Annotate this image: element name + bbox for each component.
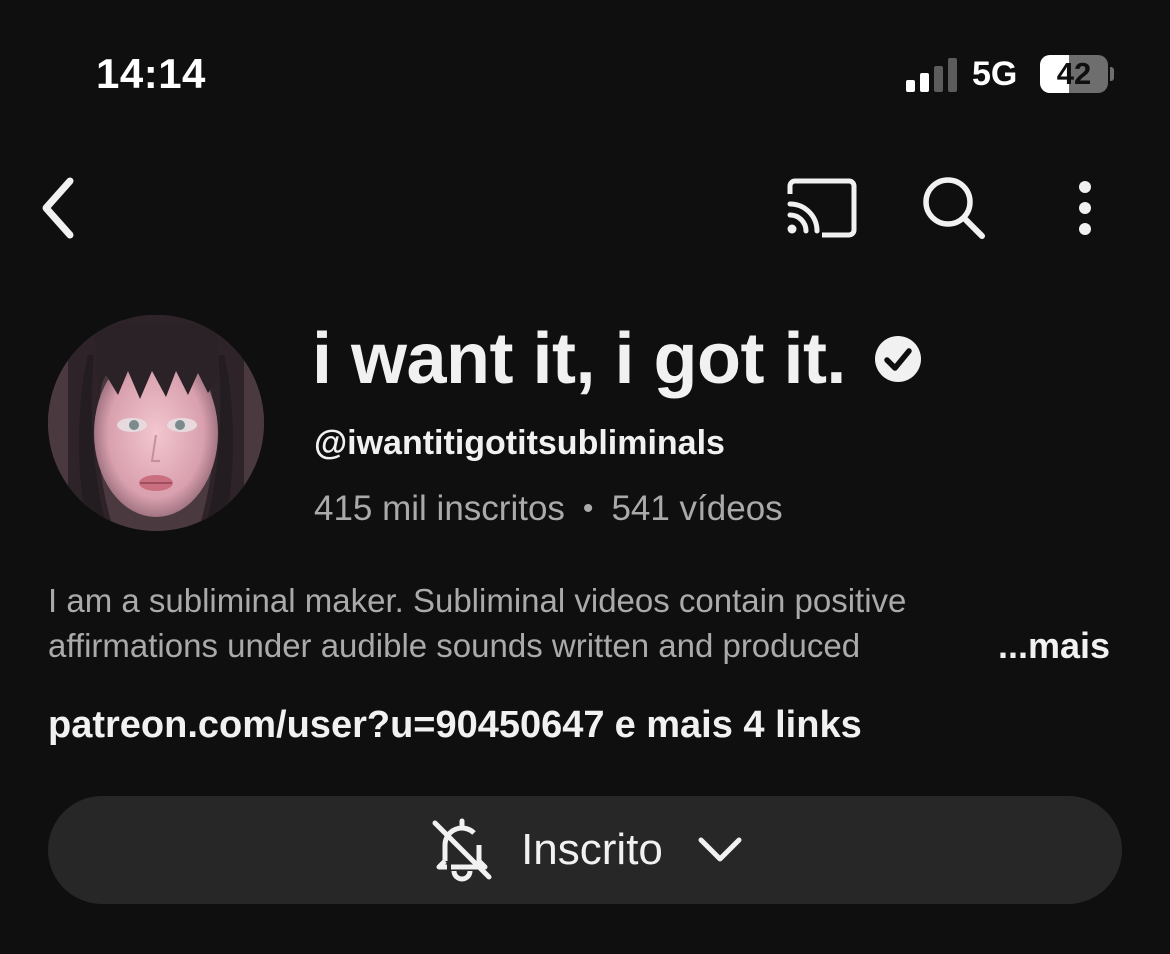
video-count: 541 vídeos	[611, 489, 783, 528]
cast-button[interactable]	[780, 170, 864, 246]
description-more[interactable]: ...mais	[950, 623, 1110, 668]
verified-badge-icon	[874, 335, 922, 383]
subscribed-button[interactable]: Inscrito	[48, 796, 1122, 904]
search-icon	[923, 177, 985, 239]
signal-strength-icon	[906, 58, 957, 92]
battery-level: 42	[1056, 56, 1092, 91]
primary-link[interactable]: patreon.com/user?u=90450647	[48, 704, 605, 746]
description-line-1: I am a subliminal maker. Subliminal vide…	[48, 582, 907, 619]
channel-avatar[interactable]	[48, 315, 264, 531]
status-time: 14:14	[96, 50, 206, 97]
channel-description[interactable]: I am a subliminal maker. Subliminal vide…	[48, 578, 1128, 668]
channel-name-text: i want it, i got it.	[312, 319, 846, 399]
chevron-down-icon	[698, 837, 742, 862]
stats-separator: •	[582, 492, 594, 525]
more-links-label[interactable]: e mais 4 links	[615, 704, 862, 746]
description-line-2: affirmations under audible sounds writte…	[48, 627, 861, 664]
battery-tip	[1110, 67, 1114, 81]
more-label: ...mais	[997, 625, 1110, 666]
bell-off-icon	[432, 818, 492, 882]
channel-stats: 415 mil inscritos • 541 vídeos	[314, 489, 783, 529]
subscriber-count: 415 mil inscritos	[314, 489, 565, 528]
search-button[interactable]	[914, 168, 994, 248]
network-type: 5G	[972, 55, 1018, 93]
battery-icon: 42	[1040, 55, 1108, 93]
channel-name: i want it, i got it.	[312, 318, 922, 400]
channel-handle: @iwantitigotitsubliminals	[314, 424, 725, 462]
subscribed-label: Inscrito	[521, 825, 663, 874]
channel-links[interactable]: patreon.com/user?u=90450647 e mais 4 link…	[48, 704, 862, 747]
more-vertical-icon	[1079, 181, 1091, 235]
channel-page: { "status_bar": { "time": "14:14", "netw…	[0, 0, 1170, 954]
more-options-button[interactable]	[1060, 168, 1110, 248]
cast-icon	[787, 178, 857, 238]
chevron-left-icon	[42, 177, 74, 239]
back-button[interactable]	[26, 172, 90, 244]
